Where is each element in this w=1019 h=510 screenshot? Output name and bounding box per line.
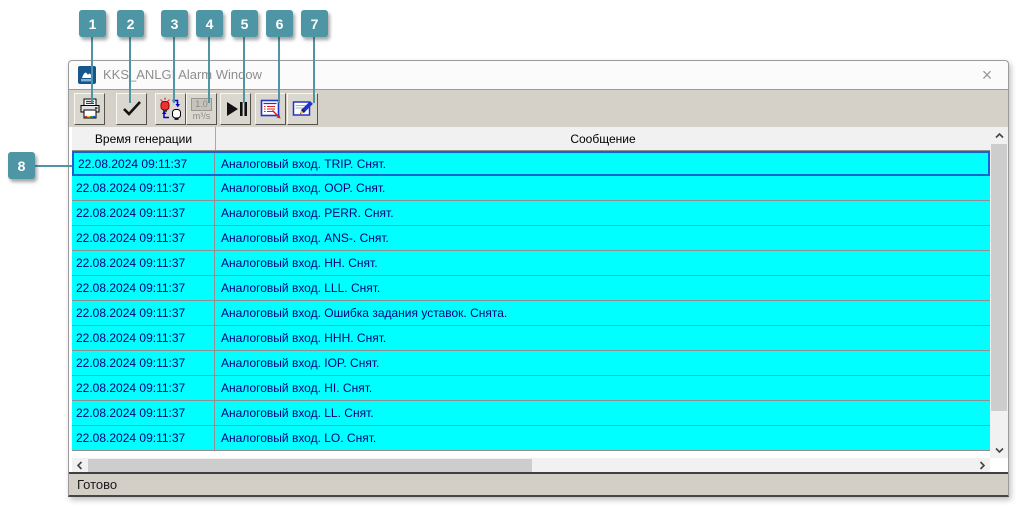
callout-badge-6: 6 [266,10,293,37]
table-row[interactable]: 22.08.2024 09:11:37 Аналоговый вход. LL.… [72,401,990,426]
callout-badge-2: 2 [117,10,144,37]
scroll-left-icon[interactable] [72,458,88,473]
callout-badge-4: 4 [196,10,223,37]
row-time: 22.08.2024 09:11:37 [72,251,215,275]
row-message: Аналоговый вход. ANS-. Снят. [221,231,389,245]
callout-badge-8: 8 [8,152,35,179]
flow-units-button[interactable]: 1.0 m³/s [186,93,217,125]
table-row[interactable]: 22.08.2024 09:11:37 Аналоговый вход. PER… [72,201,990,226]
table-row[interactable]: 22.08.2024 09:11:37 Аналоговый вход. LLL… [72,276,990,301]
callout-badge-7: 7 [301,10,328,37]
row-message: Аналоговый вход. TRIP. Снят. [221,156,387,171]
row-message: Аналоговый вход. HHH. Снят. [221,331,387,345]
alarm-lamps-icon [159,97,181,120]
edit-notes-icon [292,101,313,116]
alarm-window: KKS_ANLGI Alarm Window × 1.0 m³/s Время … [68,60,1009,497]
vertical-scrollbar[interactable] [990,127,1008,458]
window-title: KKS_ANLGI Alarm Window [103,67,262,82]
table-row[interactable]: 22.08.2024 09:11:37 Аналоговый вход. LO.… [72,426,990,451]
column-header-time[interactable]: Время генерации [72,127,216,150]
alarm-rows: 22.08.2024 09:11:37 Аналоговый вход. TRI… [72,151,990,451]
callout-badge-5: 5 [231,10,258,37]
callout-badge-3: 3 [161,10,188,37]
check-icon [122,101,141,116]
table-row[interactable]: 22.08.2024 09:11:37 Аналоговый вход. Оши… [72,301,990,326]
row-time: 22.08.2024 09:11:37 [72,201,215,225]
row-message: Аналоговый вход. LO. Снят. [221,431,377,445]
print-button[interactable] [74,93,105,125]
horizontal-scroll-thumb[interactable] [88,459,532,472]
row-time: 22.08.2024 09:11:37 [72,301,215,325]
table-header: Время генерации Сообщение [72,127,990,151]
callout-line-6 [278,37,280,103]
event-list-button[interactable] [255,93,286,125]
row-time: 22.08.2024 09:11:37 [72,326,215,350]
scroll-right-icon[interactable] [974,458,990,473]
column-header-message[interactable]: Сообщение [216,127,990,150]
status-text: Готово [77,477,118,492]
table-row[interactable]: 22.08.2024 09:11:37 Аналоговый вход. HHH… [72,326,990,351]
callout-line-5 [243,37,245,103]
row-message: Аналоговый вход. LL. Снят. [221,406,374,420]
row-time: 22.08.2024 09:11:37 [72,376,215,400]
row-time: 22.08.2024 09:11:37 [72,176,215,200]
alarm-table: Время генерации Сообщение 22.08.2024 09:… [69,127,1008,473]
callout-line-2 [129,37,131,103]
vertical-scroll-thumb[interactable] [991,144,1007,411]
row-message: Аналоговый вход. LLL. Снят. [221,281,381,295]
horizontal-scrollbar[interactable] [72,458,990,473]
row-message: Аналоговый вход. PERR. Снят. [221,206,394,220]
row-message: Аналоговый вход. HH. Снят. [221,256,378,270]
scroll-down-icon[interactable] [990,441,1008,458]
callout-line-3 [173,37,175,103]
row-time: 22.08.2024 09:11:37 [74,153,215,174]
table-row[interactable]: 22.08.2024 09:11:37 Аналоговый вход. TRI… [72,151,990,176]
callout-line-7 [313,37,315,103]
row-message: Аналоговый вход. IOP. Снят. [221,356,380,370]
scroll-up-icon[interactable] [990,127,1008,144]
row-time: 22.08.2024 09:11:37 [72,401,215,425]
row-time: 22.08.2024 09:11:37 [72,426,215,450]
screenshot-stage: 1 2 3 4 5 6 7 8 KKS_ANLGI Alarm Window × [0,0,1019,510]
callout-line-4 [208,37,210,103]
row-time: 22.08.2024 09:11:37 [72,226,215,250]
callout-line-1 [91,37,93,103]
row-message: Аналоговый вход. OOP. Снят. [221,181,386,195]
row-time: 22.08.2024 09:11:37 [72,351,215,375]
play-pause-button[interactable] [220,93,251,125]
table-row[interactable]: 22.08.2024 09:11:37 Аналоговый вход. OOP… [72,176,990,201]
callout-line-8 [35,165,72,167]
printer-icon [80,98,99,119]
row-message: Аналоговый вход. HI. Снят. [221,381,373,395]
table-row[interactable]: 22.08.2024 09:11:37 Аналоговый вход. HI.… [72,376,990,401]
flow-units-unit: m³/s [192,110,211,121]
row-message: Аналоговый вход. Ошибка задания уставок.… [221,306,508,320]
row-time: 22.08.2024 09:11:37 [72,276,215,300]
table-row[interactable]: 22.08.2024 09:11:37 Аналоговый вход. IOP… [72,351,990,376]
status-bar: Готово [69,472,1008,495]
alarm-mode-button[interactable] [155,93,186,125]
callout-badge-1: 1 [79,10,106,37]
app-icon [78,66,96,84]
table-row[interactable]: 22.08.2024 09:11:37 Аналоговый вход. HH.… [72,251,990,276]
table-row[interactable]: 22.08.2024 09:11:37 Аналоговый вход. ANS… [72,226,990,251]
close-icon[interactable]: × [976,64,998,86]
acknowledge-button[interactable] [116,93,147,125]
